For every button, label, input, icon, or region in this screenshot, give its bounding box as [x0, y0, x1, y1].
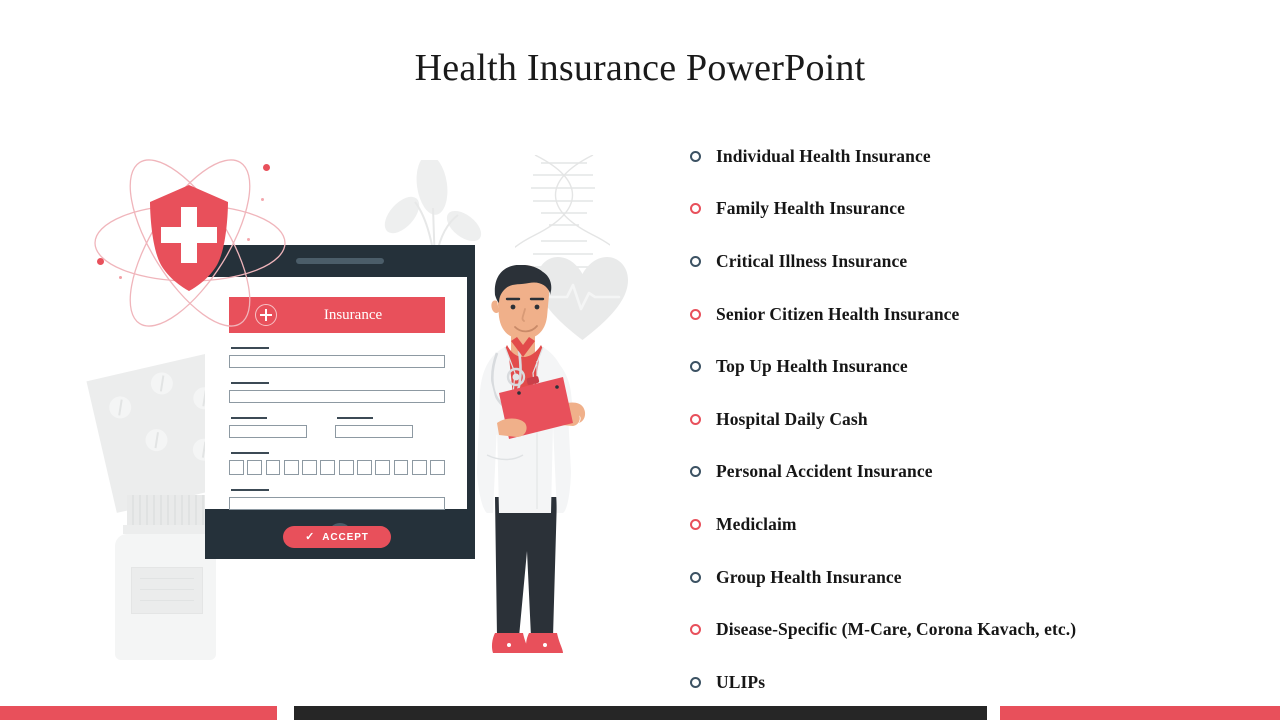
- accept-button-label: ACCEPT: [322, 531, 369, 543]
- list-item-label: Critical Illness Insurance: [716, 250, 908, 271]
- list-item[interactable]: Disease-Specific (M-Care, Corona Kavach,…: [690, 603, 1260, 656]
- health-insurance-illustration: Insurance ✓ ACCEPT: [86, 150, 628, 660]
- footer-bar-middle: [294, 706, 987, 720]
- form-field-label: [231, 417, 267, 419]
- medicine-bottle-icon: [113, 495, 218, 660]
- slide-canvas: Health Insurance PowerPoint Insurance ✓ …: [0, 0, 1280, 720]
- insurance-form-title: Insurance: [323, 306, 383, 323]
- list-item-label: Personal Accident Insurance: [716, 461, 933, 482]
- form-field-label: [231, 452, 269, 454]
- shield-with-medical-cross-icon: [150, 185, 228, 291]
- list-item[interactable]: ULIPs: [690, 656, 1260, 709]
- check-icon: ✓: [305, 530, 316, 543]
- code-box[interactable]: [283, 460, 299, 475]
- code-box[interactable]: [430, 460, 446, 475]
- list-item[interactable]: Hospital Daily Cash: [690, 393, 1260, 446]
- list-item[interactable]: Personal Accident Insurance: [690, 446, 1260, 499]
- decorative-dot: [261, 198, 264, 201]
- form-field-label: [337, 417, 373, 419]
- list-item-label: Senior Citizen Health Insurance: [716, 303, 960, 324]
- bullet-icon: [690, 361, 701, 373]
- code-box[interactable]: [229, 460, 244, 475]
- bullet-icon: [690, 571, 701, 583]
- code-box[interactable]: [411, 460, 427, 475]
- list-item-label: Disease-Specific (M-Care, Corona Kavach,…: [716, 619, 1077, 640]
- form-field-label: [231, 382, 269, 384]
- list-item[interactable]: Group Health Insurance: [690, 551, 1260, 604]
- page-title: Health Insurance PowerPoint: [414, 47, 866, 89]
- bullet-icon: [690, 413, 701, 425]
- code-box[interactable]: [357, 460, 372, 475]
- form-text-input[interactable]: [229, 390, 445, 403]
- form-text-input[interactable]: [229, 355, 445, 368]
- bullet-icon: [690, 308, 701, 320]
- insurance-form-card: Insurance ✓ ACCEPT: [229, 297, 446, 567]
- code-box[interactable]: [393, 460, 409, 475]
- bullet-icon: [690, 255, 701, 267]
- list-item[interactable]: Critical Illness Insurance: [690, 235, 1260, 288]
- bullet-icon: [690, 203, 701, 215]
- footer-bar-right: [1000, 706, 1280, 720]
- decorative-dot: [119, 276, 122, 279]
- list-item-label: Family Health Insurance: [716, 198, 905, 219]
- code-box[interactable]: [247, 460, 263, 475]
- decorative-dot: [247, 238, 250, 241]
- list-item-label: ULIPs: [716, 671, 766, 692]
- bullet-icon: [690, 466, 701, 478]
- code-box[interactable]: [302, 460, 317, 475]
- list-item-label: Group Health Insurance: [716, 566, 902, 587]
- insurance-types-list: Individual Health Insurance Family Healt…: [690, 130, 1260, 709]
- bullet-icon: [690, 676, 701, 688]
- list-item-label: Mediclaim: [716, 513, 797, 534]
- list-item-label: Individual Health Insurance: [716, 145, 931, 166]
- bullet-icon: [690, 518, 701, 530]
- decorative-dot: [263, 164, 270, 171]
- form-field-label: [231, 347, 269, 349]
- accept-button[interactable]: ✓ ACCEPT: [283, 526, 391, 548]
- code-box[interactable]: [338, 460, 354, 475]
- list-item[interactable]: Mediclaim: [690, 498, 1260, 551]
- bullet-icon: [690, 150, 701, 162]
- code-box[interactable]: [375, 460, 391, 475]
- list-item[interactable]: Senior Citizen Health Insurance: [690, 288, 1260, 341]
- doctor-character-thumbs-up-icon: [477, 265, 586, 653]
- list-item-label: Hospital Daily Cash: [716, 408, 868, 429]
- decorative-dot: [97, 258, 104, 265]
- form-text-input[interactable]: [229, 425, 307, 438]
- list-item-label: Top Up Health Insurance: [716, 356, 908, 377]
- bullet-icon: [690, 624, 701, 636]
- tablet-speaker: [296, 258, 384, 264]
- form-field-label: [231, 489, 269, 491]
- list-item[interactable]: Individual Health Insurance: [690, 130, 1260, 183]
- code-box[interactable]: [265, 460, 281, 475]
- footer-bar-left: [0, 706, 277, 720]
- list-item[interactable]: Top Up Health Insurance: [690, 340, 1260, 393]
- form-code-boxes[interactable]: [229, 460, 446, 475]
- form-text-input[interactable]: [229, 497, 445, 510]
- list-item[interactable]: Family Health Insurance: [690, 183, 1260, 236]
- form-text-input[interactable]: [335, 425, 413, 438]
- code-box[interactable]: [320, 460, 336, 475]
